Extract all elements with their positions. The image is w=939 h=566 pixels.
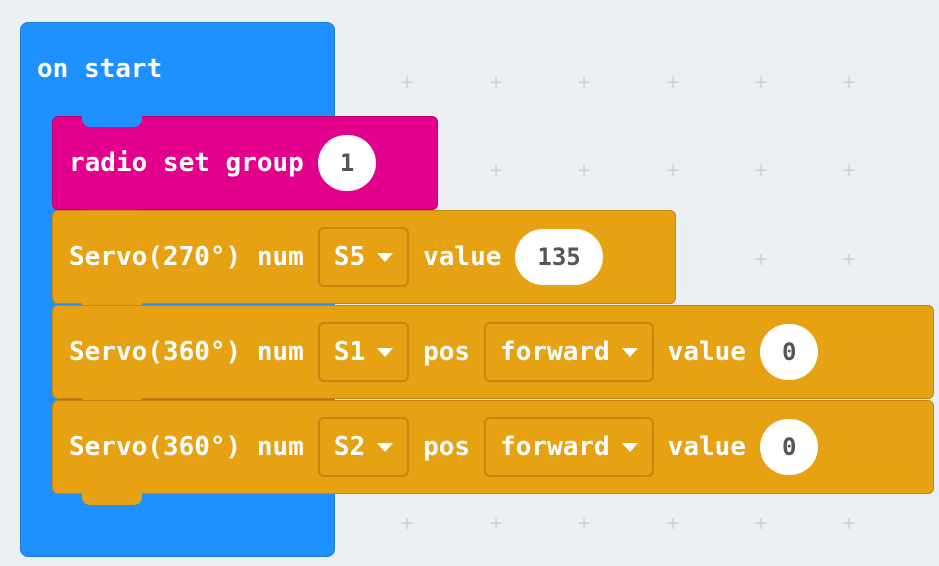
radio-top-notch bbox=[82, 115, 142, 127]
grid-mark: + bbox=[665, 72, 681, 93]
grid-mark: + bbox=[665, 513, 681, 534]
servo-270-block[interactable]: Servo(270°) num S5 value 135 bbox=[52, 210, 676, 304]
grid-mark: + bbox=[576, 513, 592, 534]
radio-set-group-label: radio set group bbox=[69, 148, 304, 178]
value-label: value bbox=[667, 432, 746, 462]
direction-value: forward bbox=[500, 432, 610, 462]
servo-num-dropdown-s5[interactable]: S5 bbox=[317, 227, 410, 287]
servo-num-value: S1 bbox=[333, 337, 366, 367]
value-label: value bbox=[667, 337, 746, 367]
grid-mark: + bbox=[488, 513, 504, 534]
grid-mark: + bbox=[841, 160, 857, 181]
radio-group-value-input[interactable]: 1 bbox=[317, 135, 377, 191]
servo-360-s2-value-input[interactable]: 0 bbox=[759, 419, 819, 475]
servo-num-dropdown-s1[interactable]: S1 bbox=[317, 322, 410, 382]
grid-mark: + bbox=[488, 72, 504, 93]
chevron-down-icon bbox=[621, 347, 638, 357]
grid-mark: + bbox=[841, 249, 857, 270]
grid-mark: + bbox=[665, 160, 681, 181]
grid-mark: + bbox=[576, 160, 592, 181]
servo-360-label: Servo(360°) num bbox=[69, 337, 304, 367]
grid-mark: + bbox=[753, 72, 769, 93]
servo-360-block-s2[interactable]: Servo(360°) num S2 pos forward value 0 bbox=[52, 400, 934, 494]
servo-360-label: Servo(360°) num bbox=[69, 432, 304, 462]
servo-270-label: Servo(270°) num bbox=[69, 242, 304, 272]
servo-num-value: S5 bbox=[333, 242, 366, 272]
direction-dropdown-s1[interactable]: forward bbox=[484, 322, 654, 382]
value-label: value bbox=[423, 242, 502, 272]
servo-num-value: S2 bbox=[333, 432, 366, 462]
direction-dropdown-s2[interactable]: forward bbox=[484, 417, 654, 477]
chevron-down-icon bbox=[621, 442, 638, 452]
servo-270-value-input[interactable]: 135 bbox=[515, 229, 603, 285]
radio-set-group-block[interactable]: radio set group 1 bbox=[52, 116, 438, 210]
grid-mark: + bbox=[399, 513, 415, 534]
grid-mark: + bbox=[841, 72, 857, 93]
pos-label: pos bbox=[423, 337, 471, 367]
chevron-down-icon bbox=[377, 347, 394, 357]
grid-mark: + bbox=[753, 513, 769, 534]
servo-360-s2-bottom-notch bbox=[82, 493, 142, 505]
servo-360-s1-value-input[interactable]: 0 bbox=[759, 324, 819, 380]
grid-mark: + bbox=[753, 249, 769, 270]
grid-mark: + bbox=[488, 160, 504, 181]
chevron-down-icon bbox=[377, 442, 394, 452]
pos-label: pos bbox=[423, 432, 471, 462]
grid-mark: + bbox=[399, 72, 415, 93]
servo-360-block-s1[interactable]: Servo(360°) num S1 pos forward value 0 bbox=[52, 305, 934, 399]
on-start-label: on start bbox=[37, 54, 163, 84]
direction-value: forward bbox=[500, 337, 610, 367]
servo-num-dropdown-s2[interactable]: S2 bbox=[317, 417, 410, 477]
grid-mark: + bbox=[576, 72, 592, 93]
grid-mark: + bbox=[841, 513, 857, 534]
grid-mark: + bbox=[753, 160, 769, 181]
chevron-down-icon bbox=[377, 252, 394, 262]
